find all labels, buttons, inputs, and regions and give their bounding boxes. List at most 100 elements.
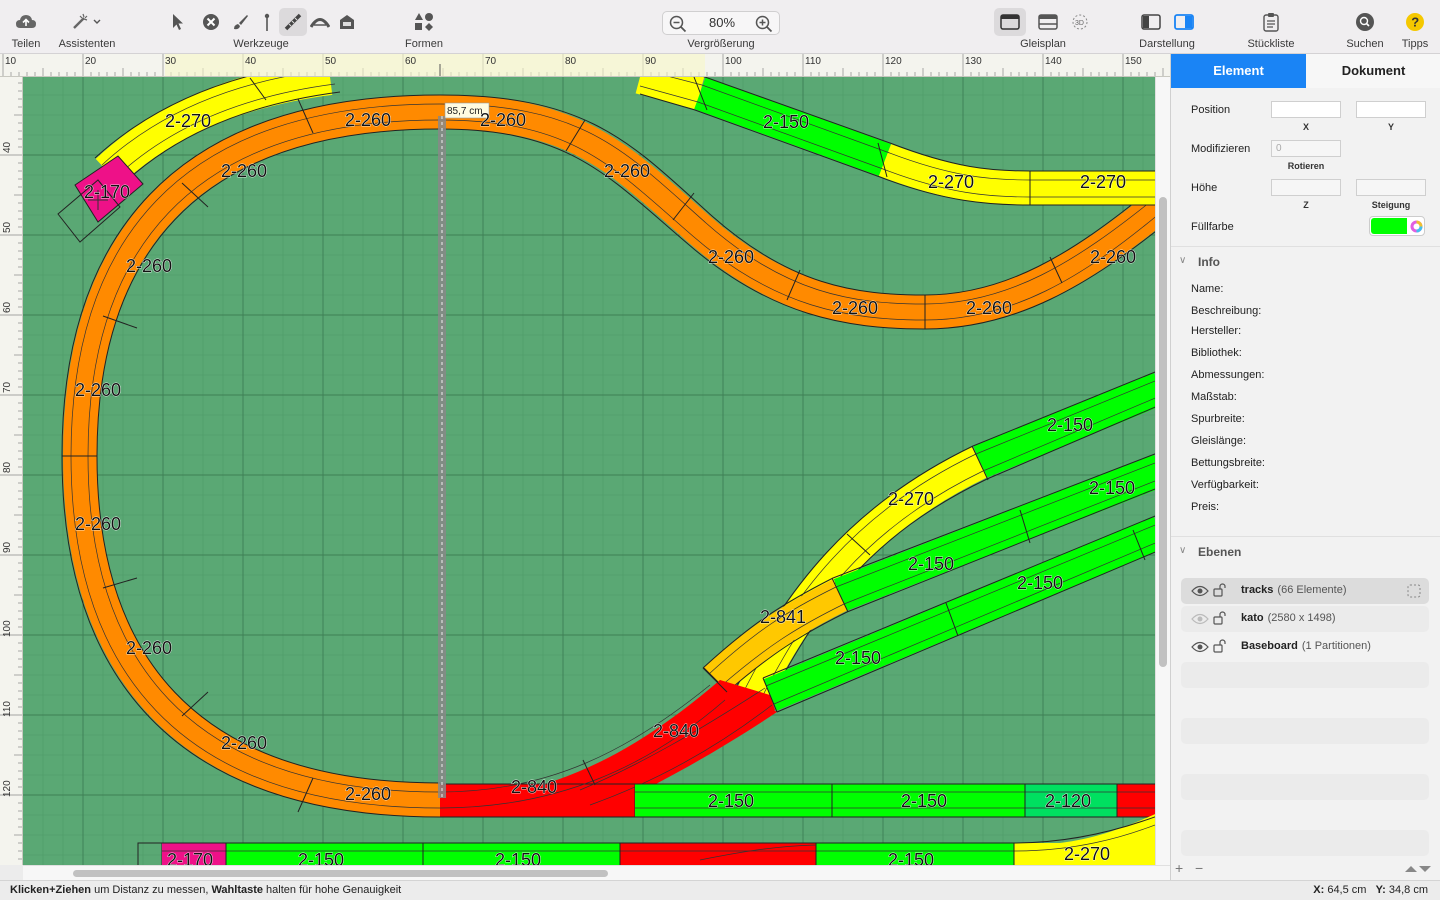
ruler-top-label: 110 — [805, 56, 821, 67]
view-label: Darstellung — [1139, 38, 1195, 50]
ruler-horizontal: 10 20 30 40 50 60 70 80 90 100 110 120 1… — [0, 54, 1170, 77]
ruler-top-label: 40 — [245, 56, 257, 67]
vertical-scrollbar[interactable] — [1155, 77, 1170, 865]
help-question-icon[interactable]: ? — [1401, 8, 1429, 36]
ruler-top-label: 70 — [485, 56, 497, 67]
ruler-top-label: 150 — [1125, 56, 1142, 67]
eye-icon[interactable] — [1191, 640, 1209, 658]
tab-document[interactable]: Dokument — [1306, 54, 1440, 88]
needle-tool-icon[interactable] — [253, 8, 281, 36]
eye-icon[interactable] — [1191, 612, 1209, 630]
track-label: 2-260 — [126, 638, 172, 658]
info-name-label: Name: — [1191, 283, 1224, 295]
layer-name: kato (2580 x 1498) — [1241, 612, 1336, 624]
rotate-caption: Rotieren — [1287, 161, 1325, 171]
rotate-field[interactable]: 0 — [1271, 140, 1341, 157]
status-bar: Klicken+Ziehen um Distanz zu messen, Wah… — [0, 880, 1440, 900]
trackplan-group: 3D Gleisplan — [994, 8, 1143, 52]
position-label: Position — [1191, 104, 1231, 116]
window-2d-icon[interactable] — [994, 8, 1026, 36]
zoom-in-icon[interactable] — [755, 15, 773, 38]
height-z-field[interactable] — [1271, 179, 1341, 196]
position-y-caption: Y — [1387, 122, 1394, 132]
ruler-left-label: 60 — [2, 301, 13, 313]
ruler-left-label: 40 — [2, 141, 13, 153]
position-x-caption: X — [1302, 122, 1309, 132]
position-y-field[interactable] — [1356, 101, 1426, 118]
eye-icon[interactable] — [1191, 584, 1209, 602]
ruler-left-label: 110 — [2, 701, 13, 717]
track-label: 2-260 — [221, 161, 267, 181]
chevron-down-icon: ∨ — [1179, 255, 1187, 266]
layer-row-baseboard[interactable]: Baseboard (1 Partitionen) — [1181, 634, 1429, 660]
ruler-top-label: 120 — [885, 56, 902, 67]
ruler-measure-icon[interactable] — [279, 8, 307, 36]
track-label: 2-150 — [908, 554, 954, 574]
delete-circle-icon[interactable] — [197, 8, 225, 36]
trackplan-label: Gleisplan — [1020, 38, 1066, 50]
track-label: 2-150 — [495, 850, 541, 865]
unlock-icon[interactable] — [1213, 639, 1227, 658]
track-drawing[interactable]: 85,7 cm 2-270 2-170 2-260 2-260 2-260 2-… — [23, 77, 1155, 865]
track-label: 2-270 — [1064, 844, 1110, 864]
fill-color-label: Füllfarbe — [1191, 221, 1234, 233]
building-icon[interactable] — [333, 8, 361, 36]
clipboard-list-icon[interactable] — [1257, 8, 1285, 36]
horizontal-scroll-thumb[interactable] — [73, 870, 608, 877]
inspector-tabs: Element Dokument — [1171, 54, 1440, 88]
remove-layer-button[interactable]: − — [1195, 860, 1203, 876]
vertical-scroll-thumb[interactable] — [1159, 197, 1167, 667]
add-layer-button[interactable]: + — [1175, 860, 1183, 876]
layers-section-header[interactable]: ∨ Ebenen — [1171, 536, 1440, 566]
track-label: 2-150 — [1017, 573, 1063, 593]
track-label: 2-260 — [345, 110, 391, 130]
zoom-value[interactable]: 80% — [691, 15, 753, 30]
info-price-label: Preis: — [1191, 501, 1220, 513]
track-label: 2-260 — [708, 247, 754, 267]
unlock-icon[interactable] — [1213, 583, 1227, 602]
window-split-icon[interactable] — [1034, 8, 1062, 36]
slope-caption: Steigung — [1371, 200, 1411, 210]
layer-row-kato[interactable]: kato (2580 x 1498) — [1181, 606, 1429, 632]
zoom-out-icon[interactable] — [669, 15, 687, 38]
color-wheel-icon[interactable] — [1410, 220, 1423, 238]
info-availability-label: Verfügbarkeit: — [1191, 479, 1259, 491]
slope-field[interactable] — [1356, 179, 1426, 196]
tunnel-icon[interactable] — [306, 8, 334, 36]
track-label: 2-270 — [888, 489, 934, 509]
zoom-control: 80% — [662, 11, 780, 35]
shapes-icon[interactable] — [410, 8, 438, 36]
fill-color-well[interactable] — [1369, 216, 1425, 236]
position-x-field[interactable] — [1271, 101, 1341, 118]
track-label: 2-260 — [126, 256, 172, 276]
select-layer-icon[interactable] — [1407, 584, 1421, 603]
tools-label: Werkzeuge — [233, 38, 289, 50]
ruler-left-label: 120 — [2, 780, 13, 797]
paint-brush-icon[interactable] — [227, 8, 255, 36]
magic-wand-icon[interactable] — [67, 8, 107, 36]
tab-element[interactable]: Element — [1171, 54, 1306, 88]
ruler-left-label: 80 — [2, 461, 13, 473]
track-label: 2-150 — [901, 791, 947, 811]
search-label: Suchen — [1346, 38, 1384, 50]
info-description-label: Beschreibung: — [1191, 305, 1262, 317]
ruler-top-label: 50 — [325, 56, 337, 67]
info-section-header[interactable]: ∨ Info — [1171, 246, 1440, 276]
unlock-icon[interactable] — [1213, 611, 1227, 630]
track-label: 2-270 — [165, 111, 211, 131]
sidebar-left-icon[interactable] — [1137, 8, 1165, 36]
search-icon[interactable] — [1351, 8, 1379, 36]
view-3d-icon[interactable]: 3D — [1066, 8, 1094, 36]
sidebar-right-icon[interactable] — [1170, 8, 1198, 36]
ruler-top-label: 140 — [1045, 56, 1062, 67]
layer-row-tracks[interactable]: tracks (66 Elemente) — [1181, 578, 1429, 604]
track-label: 2-150 — [763, 112, 809, 132]
track-label: 2-260 — [832, 298, 878, 318]
layers-footer: + − — [1171, 860, 1440, 880]
resize-handle-icon[interactable] — [1403, 862, 1433, 878]
ruler-top-label: 60 — [405, 56, 417, 67]
horizontal-scrollbar[interactable] — [23, 865, 1170, 880]
cloud-upload-icon[interactable] — [12, 8, 40, 36]
arrow-pointer-icon[interactable] — [164, 8, 192, 36]
ruler-top-label: 90 — [645, 56, 657, 67]
